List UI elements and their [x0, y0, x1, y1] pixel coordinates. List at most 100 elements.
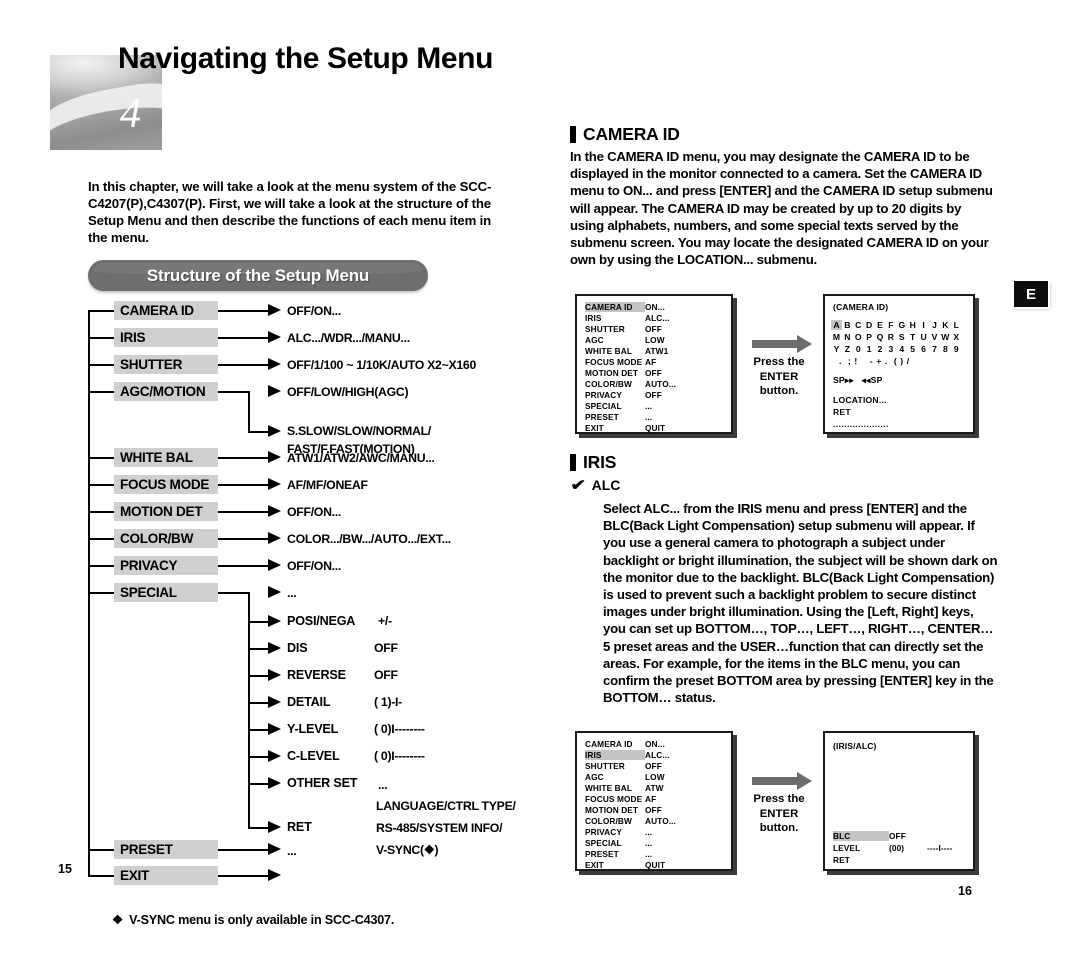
osd-row[interactable]: COLOR/BW AUTO...	[585, 816, 676, 826]
osd-row[interactable]: EXIT QUIT	[585, 423, 665, 433]
osd-char[interactable]: R	[885, 332, 896, 342]
osd-row[interactable]: SPECIAL...	[585, 401, 652, 411]
osd-char[interactable]: X	[951, 332, 962, 342]
tree-node-iris[interactable]: IRIS	[114, 328, 218, 347]
osd-row[interactable]: EXIT QUIT	[585, 860, 665, 870]
osd-row[interactable]: FOCUS MODE AF	[585, 357, 656, 367]
osd-char[interactable]: 6	[918, 344, 929, 354]
osd-value: ...	[645, 412, 653, 422]
osd-char[interactable]: 9	[951, 344, 962, 354]
osd-char[interactable]: 2	[875, 344, 886, 354]
osd-value: LOW	[645, 335, 665, 345]
osd-row[interactable]: MOTION DET OFF	[585, 368, 662, 378]
osd-camera-id-title: (CAMERA ID)	[833, 302, 889, 312]
osd-char[interactable]: 8	[940, 344, 951, 354]
osd-ret-item[interactable]: RET	[833, 407, 851, 417]
tree-other-set-detail-2: RS-485/SYSTEM INFO/	[376, 821, 503, 835]
osd-row[interactable]: PRESET...	[585, 412, 652, 422]
osd-char[interactable]: Y	[831, 344, 842, 354]
osd-char[interactable]: Z	[842, 344, 853, 354]
osd-char[interactable]: V	[929, 332, 940, 342]
tree-node-privacy[interactable]: PRIVACY	[114, 556, 218, 575]
osd-row[interactable]: PRIVACY OFF	[585, 390, 662, 400]
osd-char[interactable]: D	[864, 320, 875, 330]
osd-char[interactable]: 4	[896, 344, 907, 354]
osd-char[interactable]: T	[907, 332, 918, 342]
osd-char[interactable]: W	[940, 332, 951, 342]
osd-space-controls[interactable]: SP▸▸ ◂◂SP	[833, 375, 883, 386]
osd-char[interactable]: S	[896, 332, 907, 342]
osd-key: PRESET	[585, 412, 619, 422]
tree-node-preset[interactable]: PRESET	[114, 840, 218, 859]
osd-char[interactable]: J	[929, 320, 940, 330]
osd-value: ...	[645, 838, 653, 848]
osd-char[interactable]: N	[842, 332, 853, 342]
osd-row[interactable]: WHITE BAL ATW	[585, 783, 664, 793]
osd-char[interactable]: C	[853, 320, 864, 330]
osd-special-char-row[interactable]: . ; ! - + . ( ) /	[833, 356, 910, 366]
osd-screen-main-menu-top: CAMERA ID ON... IRIS ALC... SHUTTER OFF AGC…	[575, 294, 733, 434]
osd-char[interactable]: 3	[885, 344, 896, 354]
osd-char-row-1[interactable]: A B C D E F G H I J K L	[831, 320, 962, 330]
tree-sub-label-ret: RET	[287, 820, 312, 834]
osd-row[interactable]: SHUTTER OFF	[585, 761, 662, 771]
osd-char[interactable]: I	[918, 320, 929, 330]
osd-char[interactable]: F	[885, 320, 896, 330]
osd-char[interactable]: Q	[875, 332, 886, 342]
osd-row[interactable]: SHUTTER OFF	[585, 324, 662, 334]
osd-char[interactable]: G	[896, 320, 907, 330]
tree-stub	[88, 484, 114, 486]
osd-char[interactable]: B	[842, 320, 853, 330]
osd-key: FOCUS MODE	[585, 794, 643, 804]
osd-char[interactable]: A	[831, 320, 842, 330]
osd-row[interactable]: PRIVACY...	[585, 827, 652, 837]
osd-row[interactable]: PRESET...	[585, 849, 652, 859]
osd-row[interactable]: AGC LOW	[585, 772, 665, 782]
osd-char[interactable]: H	[907, 320, 918, 330]
tree-node-exit[interactable]: EXIT	[114, 866, 218, 885]
tree-node-camera-id[interactable]: CAMERA ID	[114, 301, 218, 320]
arrow-icon	[268, 842, 281, 855]
tree-node-motion-det[interactable]: MOTION DET	[114, 502, 218, 521]
osd-value: OFF	[645, 390, 662, 400]
tree-value-special: ...	[287, 586, 297, 600]
osd-char[interactable]: 5	[907, 344, 918, 354]
arrow-icon	[268, 558, 281, 571]
osd-row[interactable]: CAMERA ID ON...	[585, 739, 665, 749]
osd-char[interactable]: L	[951, 320, 962, 330]
footnote-text: V-SYNC menu is only available in SCC-C43…	[129, 913, 395, 927]
osd-row[interactable]: IRIS ALC...	[585, 750, 670, 760]
osd-char[interactable]: 7	[929, 344, 940, 354]
osd-char-row-2[interactable]: M N O P Q R S T U V W X	[831, 332, 962, 342]
osd-row[interactable]: WHITE BAL ATW1	[585, 346, 668, 356]
osd-row[interactable]: IRIS ALC...	[585, 313, 670, 323]
osd-row[interactable]: AGC LOW	[585, 335, 665, 345]
osd-char-row-3[interactable]: Y Z 0 1 2 3 4 5 6 7 8 9	[831, 344, 962, 354]
tree-node-shutter[interactable]: SHUTTER	[114, 355, 218, 374]
osd-char[interactable]: P	[864, 332, 875, 342]
osd-value: AUTO...	[645, 379, 676, 389]
osd-row[interactable]: COLOR/BW AUTO...	[585, 379, 676, 389]
osd-row-level[interactable]: LEVEL (00) ----I----	[833, 843, 952, 853]
osd-char[interactable]: O	[853, 332, 864, 342]
osd-char[interactable]: 0	[853, 344, 864, 354]
osd-row[interactable]: SPECIAL...	[585, 838, 652, 848]
osd-row[interactable]: FOCUS MODE AF	[585, 794, 656, 804]
tree-node-color-bw[interactable]: COLOR/BW	[114, 529, 218, 548]
tree-node-focus-mode[interactable]: FOCUS MODE	[114, 475, 218, 494]
tree-node-special[interactable]: SPECIAL	[114, 583, 218, 602]
tree-sub-label-y-level: Y-LEVEL	[287, 722, 339, 736]
osd-row[interactable]: MOTION DET OFF	[585, 805, 662, 815]
osd-char[interactable]: M	[831, 332, 842, 342]
osd-char[interactable]: E	[875, 320, 886, 330]
osd-char[interactable]: K	[940, 320, 951, 330]
osd-row-ret[interactable]: RET	[833, 855, 927, 865]
tree-node-agc-motion[interactable]: AGC/MOTION	[114, 382, 218, 401]
osd-char[interactable]: U	[918, 332, 929, 342]
osd-row[interactable]: CAMERA ID ON...	[585, 302, 665, 312]
osd-char[interactable]: 1	[864, 344, 875, 354]
osd-location-item[interactable]: LOCATION...	[833, 395, 887, 405]
osd-row-blc[interactable]: BLC OFF	[833, 831, 927, 841]
osd-id-field[interactable]: ....................	[833, 419, 889, 429]
tree-node-white-bal[interactable]: WHITE BAL	[114, 448, 218, 467]
